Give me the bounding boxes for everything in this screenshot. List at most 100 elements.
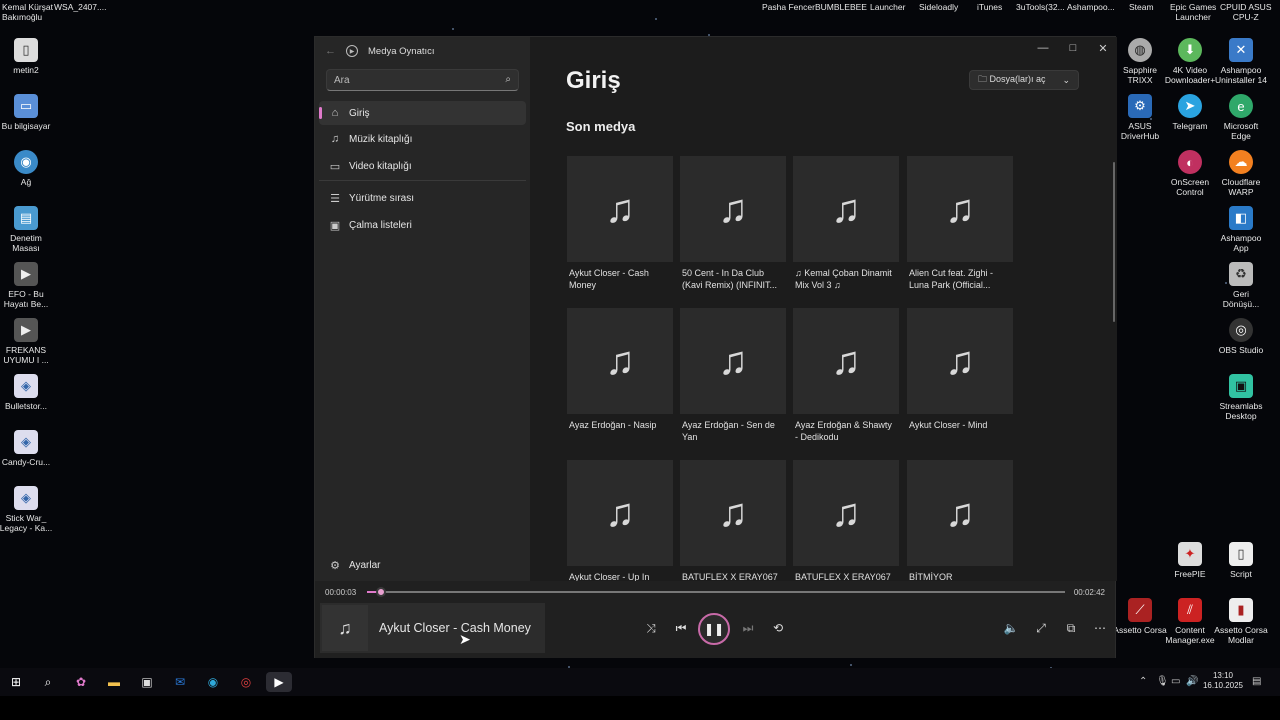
nav-item-playlists[interactable]: ▣ Çalma listeleri bbox=[319, 213, 526, 237]
fullscreen-icon[interactable]: ⤢ bbox=[1031, 621, 1051, 636]
media-tile[interactable]: ♫ 50 Cent - In Da Club (Kavi Remix) (INFI… bbox=[680, 156, 786, 291]
maximize-icon[interactable]: □ bbox=[1063, 42, 1083, 54]
network-icon[interactable]: ▭ bbox=[1171, 676, 1180, 687]
media-artwork: ♫ bbox=[680, 156, 786, 262]
desktop-icon-metin2[interactable]: ▯ metin2 bbox=[0, 38, 56, 75]
desktop-label-steam[interactable]: Steam bbox=[1129, 2, 1154, 12]
desktop-icon-script[interactable]: ▯ Script bbox=[1211, 542, 1271, 579]
microphone-icon[interactable]: 🎙 bbox=[1156, 676, 1169, 687]
repeat-icon[interactable]: ⟲ bbox=[768, 621, 788, 635]
seek-handle[interactable] bbox=[375, 587, 386, 597]
desktop-label-wsa[interactable]: WSA_2407.... bbox=[54, 2, 106, 12]
seek-bar[interactable] bbox=[367, 587, 1065, 597]
desktop-label-itunes[interactable]: iTunes bbox=[977, 2, 1002, 12]
nav-item-home[interactable]: ⌂ Giriş bbox=[319, 101, 526, 125]
desktop-icon-obs[interactable]: ◎ OBS Studio bbox=[1211, 318, 1271, 355]
media-player-taskbar-icon[interactable]: ▶ bbox=[266, 672, 292, 692]
desktop-icon-frekans[interactable]: ▶ FREKANS UYUMU I ... bbox=[0, 318, 56, 365]
desktop-label-pasha-fencer[interactable]: Pasha Fencer bbox=[762, 2, 815, 12]
media-tile[interactable]: ♫ BATUFLEX X ERAY067 & bbox=[680, 460, 786, 581]
volume-icon[interactable]: 🔊 bbox=[1186, 676, 1198, 687]
shuffle-icon[interactable]: ⤨ bbox=[641, 621, 661, 636]
desktop-icon-streamlabs[interactable]: ▣ Streamlabs Desktop bbox=[1211, 374, 1271, 421]
shortcut-icon: ◈ bbox=[14, 374, 38, 398]
desktop-label-epic-games[interactable]: Epic Games Launcher bbox=[1170, 2, 1216, 22]
folder-icon: ▮ bbox=[1229, 598, 1253, 622]
desktop-icon-edge[interactable]: e Microsoft Edge bbox=[1211, 94, 1271, 141]
pause-button[interactable]: ❚❚ bbox=[698, 613, 730, 645]
media-tile[interactable]: ♫ ♫ Kemal Çoban Dinamit Mix Vol 3 ♫ bbox=[793, 156, 899, 291]
next-icon[interactable]: ⏭ bbox=[738, 621, 758, 636]
nav-item-play-queue[interactable]: ☰ Yürütme sırası bbox=[319, 186, 526, 210]
chevron-up-icon[interactable]: ⌃ bbox=[1139, 676, 1147, 687]
store-icon[interactable]: ▣ bbox=[136, 672, 158, 692]
media-artwork: ♫ bbox=[907, 308, 1013, 414]
nav-item-settings[interactable]: ⚙ Ayarlar bbox=[319, 553, 526, 577]
back-arrow-icon[interactable]: ← bbox=[325, 45, 336, 57]
assetto-corsa-icon: ⟋ bbox=[1128, 598, 1152, 622]
music-note-icon: ♫ bbox=[831, 490, 861, 535]
mini-player-icon[interactable]: ⧉ bbox=[1061, 621, 1081, 636]
notification-icon[interactable]: ▤ bbox=[1252, 676, 1261, 687]
desktop-icon-recycle-bin[interactable]: ♻ Geri Dönüşü... bbox=[1211, 262, 1271, 309]
media-artwork: ♫ bbox=[680, 308, 786, 414]
search-input[interactable] bbox=[327, 71, 492, 90]
search-box[interactable]: ⌕ bbox=[326, 69, 519, 91]
start-icon[interactable]: ⊞ bbox=[5, 672, 27, 692]
desktop-icon-network[interactable]: ◉ Ağ bbox=[0, 150, 56, 187]
desktop-label-bumblebee[interactable]: BUMBLEBEE bbox=[815, 2, 867, 12]
media-tile[interactable]: ♫ Aykut Closer - Cash Money bbox=[567, 156, 673, 291]
media-tile[interactable]: ♫ Aykut Closer - Up In bbox=[567, 460, 673, 581]
desktop-label-ashampoo[interactable]: Ashampoo... bbox=[1067, 2, 1115, 12]
music-note-icon: ♫ bbox=[605, 490, 635, 535]
desktop-label-cpuz[interactable]: CPUID ASUS CPU-Z bbox=[1220, 2, 1272, 22]
desktop-icon-ashampoo-uninstaller[interactable]: ✕ Ashampoo Uninstaller 14 bbox=[1211, 38, 1271, 85]
nav-item-video-library[interactable]: ▭ Video kitaplığı bbox=[319, 154, 526, 178]
media-tile[interactable]: ♫ Ayaz Erdoğan & Shawty - Dedikodu bbox=[793, 308, 899, 443]
copilot-icon[interactable]: ✿ bbox=[70, 672, 92, 692]
media-tile[interactable]: ♫ BİTMİYOR bbox=[907, 460, 1013, 581]
minimize-icon[interactable]: — bbox=[1033, 42, 1053, 54]
desktop-icon-candy-crush[interactable]: ◈ Candy-Cru... bbox=[0, 430, 56, 467]
desktop-icon-assetto-mods[interactable]: ▮ Assetto Corsa Modlar bbox=[1211, 598, 1271, 645]
clock[interactable]: 13:10 16.10.2025 bbox=[1203, 671, 1243, 691]
media-tile[interactable]: ♫ Aykut Closer - Mind bbox=[907, 308, 1013, 431]
media-title: Ayaz Erdoğan - Sen de Yan bbox=[682, 420, 775, 442]
media-player-app-icon: ▶ bbox=[346, 45, 358, 57]
media-artwork: ♫ bbox=[567, 308, 673, 414]
desktop-icon-efo[interactable]: ▶ EFO - Bu Hayatı Be... bbox=[0, 262, 56, 309]
search-icon[interactable]: ⌕ bbox=[505, 74, 511, 85]
media-tile[interactable]: ♫ Ayaz Erdoğan - Sen de Yan bbox=[680, 308, 786, 443]
scrollbar[interactable] bbox=[1113, 162, 1115, 322]
edge-icon[interactable]: ◉ bbox=[202, 672, 224, 692]
desktop-icon-this-pc[interactable]: ▭ Bu bilgisayar bbox=[0, 94, 56, 131]
chevron-down-icon: ⌄ bbox=[1062, 74, 1070, 85]
nav-item-music-library[interactable]: ♫ Müzik kitaplığı bbox=[319, 127, 526, 151]
search-icon[interactable]: ⌕ bbox=[37, 672, 59, 692]
desktop-icon-stick-war[interactable]: ◈ Stick War_ Legacy - Ka... bbox=[0, 486, 56, 533]
more-options-icon[interactable]: ⋯ bbox=[1090, 621, 1110, 635]
desktop-icon-ashampoo-app[interactable]: ◧ Ashampoo App bbox=[1211, 206, 1271, 253]
desktop-label-3utools[interactable]: 3uTools(32... bbox=[1016, 2, 1065, 12]
file-explorer-icon[interactable]: ▬ bbox=[103, 672, 125, 692]
previous-icon[interactable]: ⏮ bbox=[671, 621, 691, 636]
desktop-icon-control-panel[interactable]: ▤ Denetim Masası bbox=[0, 206, 56, 253]
home-icon: ⌂ bbox=[331, 107, 339, 119]
media-tile[interactable]: ♫ Alien Cut feat. Zighi - Luna Park (Offi… bbox=[907, 156, 1013, 291]
media-title: BATUFLEX X ERAY067 & bbox=[795, 572, 891, 581]
media-tile[interactable]: ♫ Ayaz Erdoğan - Nasip bbox=[567, 308, 673, 431]
outlook-icon[interactable]: ✉ bbox=[169, 672, 191, 692]
open-files-button[interactable]: 🗀 Dosya(lar)ı aç ⌄ bbox=[969, 70, 1079, 90]
media-artwork: ♫ bbox=[907, 460, 1013, 566]
desktop-label-user-folder[interactable]: Kemal Kürşat Bakımoğlu bbox=[2, 2, 53, 22]
media-tile[interactable]: ♫ BATUFLEX X ERAY067 & bbox=[793, 460, 899, 581]
chrome-icon[interactable]: ◎ bbox=[235, 672, 257, 692]
video-icon: ▭ bbox=[329, 160, 341, 173]
desktop-label-sideloadly[interactable]: Sideloadly bbox=[919, 2, 958, 12]
desktop-icon-cloudflare-warp[interactable]: ☁ Cloudflare WARP bbox=[1211, 150, 1271, 197]
desktop-label-launcher[interactable]: Launcher bbox=[870, 2, 905, 12]
close-icon[interactable]: ✕ bbox=[1093, 42, 1113, 55]
volume-icon[interactable]: 🔈 bbox=[1001, 621, 1021, 635]
now-playing[interactable]: ♫ Aykut Closer - Cash Money bbox=[320, 603, 545, 653]
desktop-icon-bulletstorm[interactable]: ◈ Bulletstor... bbox=[0, 374, 56, 411]
